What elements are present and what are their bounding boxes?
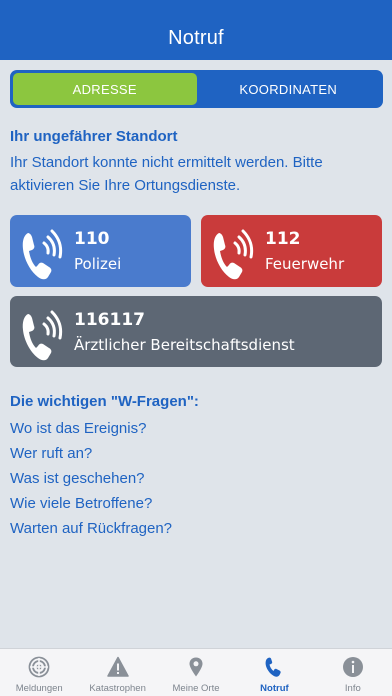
police-label: Polizei bbox=[74, 255, 122, 273]
nav-bar: Notruf bbox=[0, 0, 392, 60]
phone-icon bbox=[266, 657, 282, 677]
w-question-item: Warten auf Rückfragen? bbox=[10, 520, 173, 537]
location-message: Ihr Standort konnte nicht ermittelt werd… bbox=[10, 154, 323, 194]
pin-icon bbox=[189, 657, 203, 677]
doctor-number: 116117 bbox=[74, 310, 145, 330]
info-icon bbox=[342, 657, 363, 677]
tab-label: Notruf bbox=[260, 683, 289, 694]
tab-bar: Meldungen Katastrophen Meine Orte Notruf… bbox=[0, 648, 392, 696]
w-questions-list: Wo ist das Ereignis? Wer ruft an? Was is… bbox=[10, 416, 172, 541]
tab-info[interactable]: Info bbox=[314, 649, 392, 696]
tab-label: Katastrophen bbox=[89, 683, 146, 694]
tab-meldungen[interactable]: Meldungen bbox=[0, 649, 78, 696]
tab-label: Meldungen bbox=[15, 683, 63, 694]
w-question-item: Wie viele Betroffene? bbox=[10, 495, 153, 512]
fire-label: Feuerwehr bbox=[265, 255, 345, 273]
call-police-button[interactable]: 110 Polizei bbox=[10, 215, 191, 287]
page-title: Notruf bbox=[168, 27, 224, 49]
call-doctor-service-button[interactable]: 116117 Ärztlicher Bereitschaftsdienst bbox=[10, 296, 382, 367]
w-question-item: Was ist geschehen? bbox=[10, 470, 145, 487]
tab-meine-orte[interactable]: Meine Orte bbox=[157, 649, 235, 696]
tab-label: Meine Orte bbox=[172, 683, 220, 694]
w-question-item: Wer ruft an? bbox=[10, 445, 93, 462]
phone-call-icon bbox=[22, 229, 63, 280]
segment-coordinates[interactable]: KOORDINATEN bbox=[197, 73, 381, 105]
doctor-label: Ärztlicher Bereitschaftsdienst bbox=[74, 336, 295, 354]
tab-label: Info bbox=[344, 683, 361, 694]
segment-address[interactable]: ADRESSE bbox=[13, 73, 197, 105]
w-questions-title: Die wichtigen "W-Fragen": bbox=[10, 393, 199, 410]
fire-number: 112 bbox=[265, 229, 301, 249]
police-number: 110 bbox=[74, 229, 110, 249]
tab-katastrophen[interactable]: Katastrophen bbox=[78, 649, 156, 696]
w-question-item: Wo ist das Ereignis? bbox=[10, 420, 147, 437]
radar-icon bbox=[28, 656, 50, 678]
phone-call-icon bbox=[22, 310, 63, 361]
location-title: Ihr ungefährer Standort bbox=[10, 128, 178, 145]
call-fire-button[interactable]: 112 Feuerwehr bbox=[201, 215, 382, 287]
location-mode-segmented-control: ADRESSE KOORDINATEN bbox=[10, 70, 383, 108]
warning-icon bbox=[106, 656, 129, 677]
tab-notruf[interactable]: Notruf bbox=[235, 649, 313, 696]
phone-call-icon bbox=[213, 229, 254, 280]
